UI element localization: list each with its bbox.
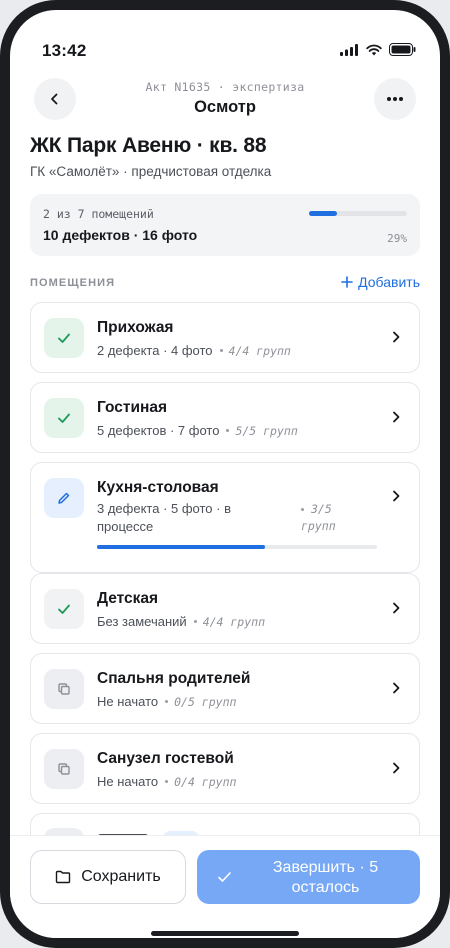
check-icon [58,604,70,614]
wifi-icon [366,44,382,55]
overall-progress-fill [309,211,338,216]
room-counts: Не начато [97,774,159,789]
copy-icon [58,763,70,775]
more-horizontal-icon [387,97,403,101]
status-bar: 13:42 [10,39,440,63]
room-counts: Без замечаний [97,614,187,629]
separator-dot [193,620,197,623]
room-status-badge [44,669,84,709]
room-meta: 5 дефектов · 7 фото 5/5 групп [97,423,298,438]
room-progress-bar [97,545,377,549]
battery-icon [389,43,416,56]
room-name: Детская [97,590,159,607]
room-meta: Без замечаний 4/4 групп [97,614,265,629]
chevron-right-icon [393,331,400,343]
room-name: Прихожая [97,319,174,336]
room-card[interactable]: Детская Без замечаний 4/4 групп [30,573,420,644]
room-groups: 4/4 групп [202,614,265,629]
chevron-right-icon [393,682,400,694]
nav-header: Акт N1635 · экспертиза Осмотр [10,77,440,121]
room-name: Санузел гостевой [97,750,234,767]
signal-icon [340,43,358,56]
room-card[interactable]: Кухня-столовая 3 дефекта · 5 фото · в пр… [30,462,420,573]
room-status-badge [44,318,84,358]
room-counts: 2 дефекта · 4 фото [97,343,213,358]
room-card[interactable]: Прихожая 2 дефекта · 4 фото 4/4 групп [30,302,420,373]
plus-icon [341,276,353,288]
chevron-right-icon [393,762,400,774]
overall-progress-bar [309,211,407,216]
room-progress-fill [97,545,265,549]
screen: 13:42 Акт N1635 · экспертиза Осмотр ЖК П… [10,10,440,938]
add-room-button[interactable]: Добавить [341,274,420,290]
room-meta: 2 дефекта · 4 фото 4/4 групп [97,343,291,358]
chevron-right-icon [393,411,400,423]
bottom-action-bar: Сохранить Завершить · 5 осталось [10,835,440,938]
room-groups-block: 3/5 групп [301,501,371,535]
separator-dot [165,700,169,703]
status-time: 13:42 [42,41,87,60]
separator-dot [219,349,223,352]
home-indicator [151,931,299,936]
room-counts: 5 дефектов · 7 фото [97,423,220,438]
room-counts: Не начато [97,694,159,709]
room-meta: Не начато 0/4 групп [97,774,236,789]
room-name: Гостиная [97,399,168,416]
separator-dot [165,780,169,783]
room-status-badge [44,478,84,518]
room-groups: 0/4 групп [174,774,237,789]
defects-photos-count: 10 дефектов · 16 фото [43,227,198,243]
pencil-icon [58,492,70,504]
section-label: ПОМЕЩЕНИЯ [30,277,116,289]
room-groups: 4/4 групп [228,343,291,358]
object-title: ЖК Парк Авеню · кв. 88 [30,134,267,157]
room-status-badge [44,589,84,629]
copy-icon [58,683,70,695]
separator-dot [301,508,304,511]
save-button[interactable]: Сохранить [30,850,186,904]
progress-percent: 29% [387,232,407,245]
room-status-badge [44,398,84,438]
chevron-right-icon [393,602,400,614]
room-card[interactable]: Санузел гостевой Не начато 0/4 групп [30,733,420,804]
room-name: Кухня-столовая [97,479,219,496]
folder-icon [56,870,71,884]
phone-frame: 13:42 Акт N1635 · экспертиза Осмотр ЖК П… [0,0,450,948]
room-groups: 0/5 групп [174,694,237,709]
check-icon [58,333,70,343]
check-icon [58,413,70,423]
chevron-right-icon [393,490,400,502]
room-groups: 5/5 групп [235,423,298,438]
room-counts: 3 дефекта · 5 фото · в процессе [97,501,231,534]
separator-dot [226,429,230,432]
room-groups: 3/5 групп [301,502,336,533]
object-subtitle: ГК «Самолёт» · предчистовая отделка [30,164,272,179]
room-status-badge [44,749,84,789]
check-icon [218,872,231,882]
status-icons [340,43,416,56]
rooms-section-header: ПОМЕЩЕНИЯ Добавить [30,274,420,292]
room-meta: Не начато 0/5 групп [97,694,236,709]
progress-summary: 2 из 7 помещений 10 дефектов · 16 фото 2… [30,194,420,256]
more-button[interactable] [374,78,416,120]
room-card[interactable]: Спальня родителей Не начато 0/5 групп [30,653,420,724]
rooms-count: 2 из 7 помещений [43,207,154,221]
add-room-label: Добавить [358,274,420,290]
room-name: Спальня родителей [97,670,251,687]
finish-button[interactable]: Завершить · 5 осталось [197,850,420,904]
finish-button-label: Завершить · 5 осталось [272,859,379,896]
room-card[interactable]: Гостиная 5 дефектов · 7 фото 5/5 групп [30,382,420,453]
save-button-label: Сохранить [81,868,161,885]
